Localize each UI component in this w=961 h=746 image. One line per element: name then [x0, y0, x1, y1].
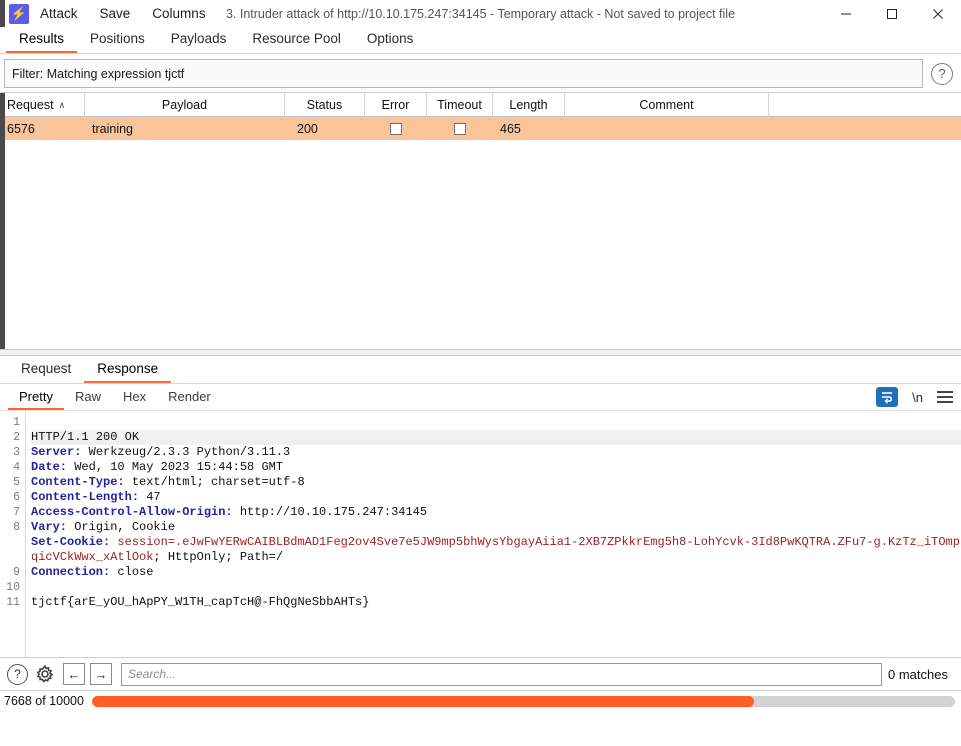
search-next-arrow-right-icon[interactable]: → [90, 663, 112, 685]
search-input[interactable]: Search... [121, 663, 882, 686]
status-bar: 7668 of 10000 [0, 690, 961, 711]
gear-icon[interactable] [35, 664, 55, 684]
cell-request: 6576 [0, 117, 85, 140]
intruder-tabs: Results Positions Payloads Resource Pool… [0, 27, 961, 54]
header-value: Wed, 10 May 2023 15:44:58 GMT [67, 460, 283, 474]
results-table: Request ∧ Payload Status Error Timeout L… [0, 92, 961, 349]
column-header-request[interactable]: Request ∧ [0, 93, 85, 117]
header-value: text/html; charset=utf-8 [125, 475, 305, 489]
response-line-1: HTTP/1.1 200 OK [31, 430, 961, 445]
help-icon[interactable]: ? [7, 664, 28, 685]
attack-progress-fill [92, 696, 754, 707]
hamburger-menu-icon[interactable] [937, 391, 953, 403]
tab-positions[interactable]: Positions [77, 31, 158, 53]
header-key: Access-Control-Allow-Origin: [31, 505, 233, 519]
response-line-10 [31, 580, 961, 595]
tab-request[interactable]: Request [8, 361, 84, 383]
tab-payloads[interactable]: Payloads [158, 31, 240, 53]
table-row[interactable]: 6576 training 200 465 [0, 117, 961, 140]
maximize-icon[interactable] [869, 0, 915, 27]
sort-ascending-icon: ∧ [59, 100, 66, 111]
attack-progress-text: 7668 of 10000 [4, 694, 84, 708]
header-key: Connection: [31, 565, 110, 579]
tab-raw[interactable]: Raw [64, 389, 112, 410]
response-line-2: Server: Werkzeug/2.3.3 Python/3.11.3 [31, 445, 961, 460]
window-edge-marker [0, 0, 5, 27]
panel-splitter[interactable] [0, 349, 961, 356]
search-toolbar: ? ← → Search... 0 matches [0, 657, 961, 690]
menu-attack[interactable]: Attack [29, 0, 89, 27]
attack-progress-bar [92, 696, 955, 707]
tab-render[interactable]: Render [157, 389, 222, 410]
cell-error [365, 117, 427, 140]
window-titlebar: ⚡ Attack Save Columns 3. Intruder attack… [0, 0, 961, 27]
cell-payload: training [85, 117, 285, 140]
header-key: Content-Length: [31, 490, 139, 504]
response-body: HTTP/1.1 200 OKServer: Werkzeug/2.3.3 Py… [26, 411, 961, 657]
column-header-status[interactable]: Status [285, 93, 365, 117]
filter-row: Filter: Matching expression tjctf ? [4, 59, 957, 88]
search-prev-arrow-left-icon[interactable]: ← [63, 663, 85, 685]
header-value: 47 [139, 490, 161, 504]
view-tabs: Pretty Raw Hex Render \n [0, 384, 961, 411]
response-line-8: Set-Cookie: session=.eJwFwYERwCAIBLBdmAD… [31, 535, 961, 565]
response-line-4: Content-Type: text/html; charset=utf-8 [31, 475, 961, 490]
response-line-5: Content-Length: 47 [31, 490, 961, 505]
cell-comment [565, 117, 769, 140]
search-matches-count: 0 matches [888, 667, 954, 682]
header-value: close [110, 565, 153, 579]
header-key: Set-Cookie: [31, 535, 110, 549]
header-key: Server: [31, 445, 81, 459]
header-value: Origin, Cookie [67, 520, 175, 534]
table-left-edge [0, 93, 5, 349]
header-key: Date: [31, 460, 67, 474]
cell-timeout [427, 117, 493, 140]
header-key: Vary: [31, 520, 67, 534]
response-line-3: Date: Wed, 10 May 2023 15:44:58 GMT [31, 460, 961, 475]
view-action-buttons: \n [876, 387, 953, 407]
newline-toggle-icon[interactable]: \n [912, 390, 923, 405]
cookie-name: session= [110, 535, 175, 549]
window-controls [823, 0, 961, 27]
tab-response[interactable]: Response [84, 361, 171, 383]
table-empty-area [0, 140, 961, 349]
column-header-payload[interactable]: Payload [85, 93, 285, 117]
response-line-6: Access-Control-Allow-Origin: http://10.1… [31, 505, 961, 520]
table-header-row: Request ∧ Payload Status Error Timeout L… [0, 93, 961, 117]
error-checkbox[interactable] [390, 123, 402, 135]
filter-bar[interactable]: Filter: Matching expression tjctf [4, 59, 923, 88]
header-key: Content-Type: [31, 475, 125, 489]
menu-columns[interactable]: Columns [141, 0, 216, 27]
response-viewer[interactable]: 123456 78 91011 HTTP/1.1 200 OKServer: W… [0, 411, 961, 657]
tab-options[interactable]: Options [354, 31, 427, 53]
tab-resource-pool[interactable]: Resource Pool [239, 31, 354, 53]
cookie-attributes: ; HttpOnly; Path=/ [153, 550, 283, 564]
column-header-comment[interactable]: Comment [565, 93, 769, 117]
tab-results[interactable]: Results [6, 31, 77, 53]
help-icon[interactable]: ? [931, 63, 953, 85]
response-line-11-flag: tjctf{arE_yOU_hApPY_W1TH_capTcH@-FhQgNeS… [31, 595, 961, 610]
column-label-request: Request [7, 98, 54, 112]
response-line-9: Connection: close [31, 565, 961, 580]
burp-app-icon: ⚡ [9, 4, 29, 24]
header-value: http://10.10.175.247:34145 [233, 505, 427, 519]
column-header-length[interactable]: Length [493, 93, 565, 117]
cell-status: 200 [285, 117, 365, 140]
column-header-error[interactable]: Error [365, 93, 427, 117]
message-tabs: Request Response [0, 356, 961, 384]
minimize-icon[interactable] [823, 0, 869, 27]
tab-hex[interactable]: Hex [112, 389, 157, 410]
word-wrap-icon[interactable] [876, 387, 898, 407]
column-header-timeout[interactable]: Timeout [427, 93, 493, 117]
response-line-7: Vary: Origin, Cookie [31, 520, 961, 535]
tab-pretty[interactable]: Pretty [8, 389, 64, 410]
timeout-checkbox[interactable] [454, 123, 466, 135]
line-number-gutter: 123456 78 91011 [0, 411, 26, 657]
menu-save[interactable]: Save [89, 0, 142, 27]
close-icon[interactable] [915, 0, 961, 27]
header-value: Werkzeug/2.3.3 Python/3.11.3 [81, 445, 290, 459]
cell-length: 465 [493, 117, 565, 140]
